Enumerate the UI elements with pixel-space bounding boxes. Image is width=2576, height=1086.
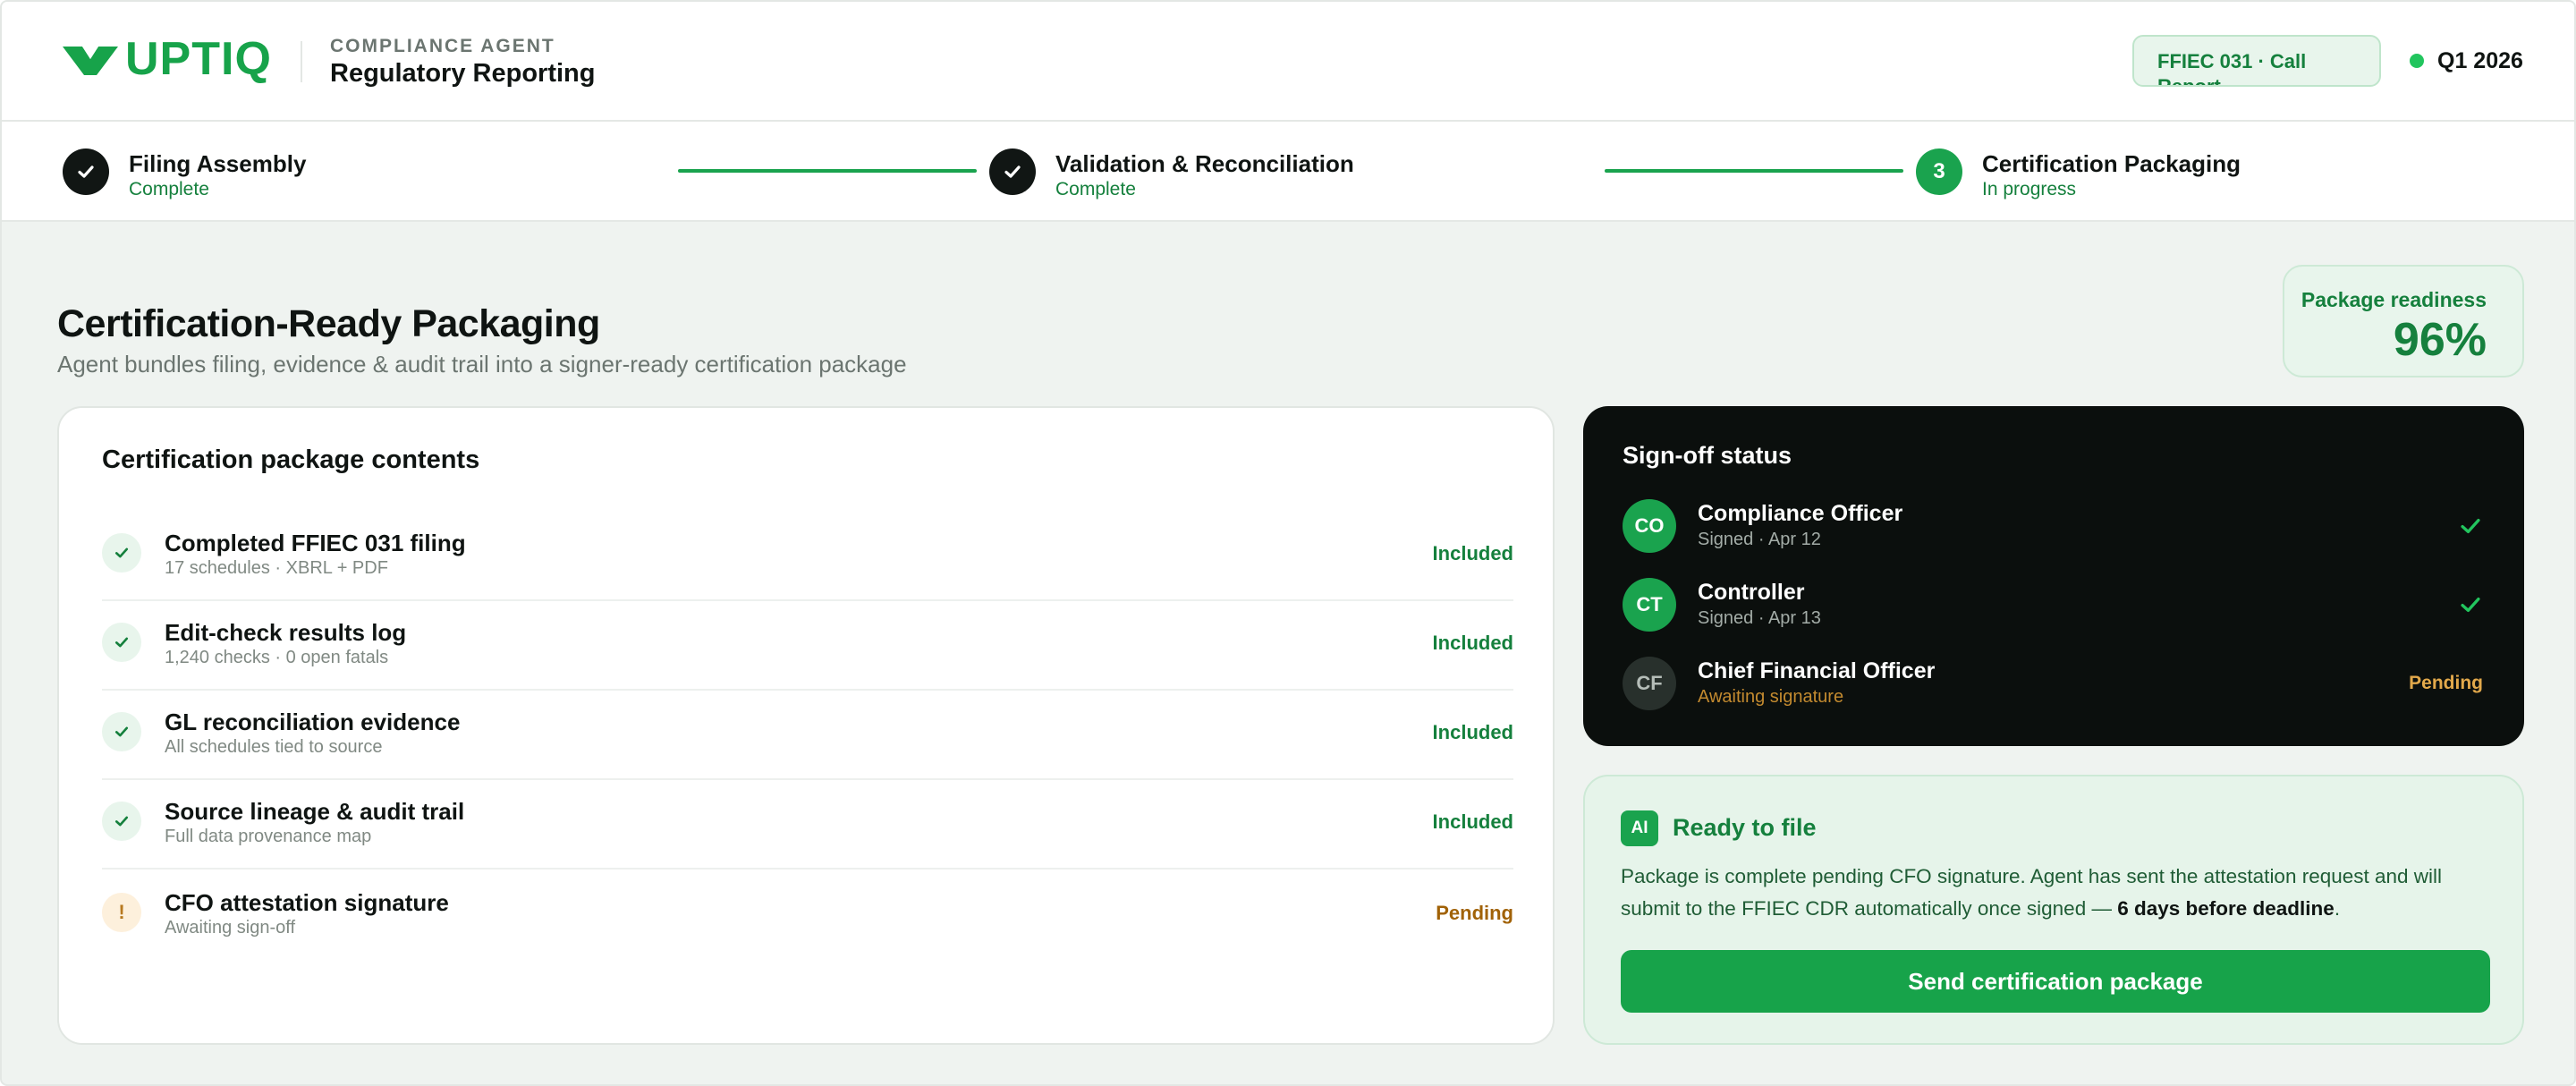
check-icon [102, 712, 141, 751]
check-icon [1004, 165, 1021, 178]
item-name: GL reconciliation evidence [165, 708, 461, 735]
deadline-emphasis: 6 days before deadline [2117, 897, 2334, 920]
step-label: Filing Assembly [129, 150, 307, 177]
signer-detail: Signed · Apr 13 [1698, 608, 1821, 628]
list-item[interactable]: Edit-check results log 1,240 checks · 0 … [102, 601, 1513, 691]
item-description: 1,240 checks · 0 open fatals [165, 648, 389, 667]
card-title: Ready to file [1673, 814, 1817, 841]
item-name: Completed FFIEC 031 filing [165, 530, 466, 556]
check-icon [102, 802, 141, 841]
ready-to-file-card: AI Ready to file Package is complete pen… [1583, 775, 2524, 1045]
item-description: 17 schedules · XBRL + PDF [165, 558, 388, 578]
send-certification-package-button[interactable]: Send certification package [1621, 950, 2490, 1013]
step-connector [678, 169, 977, 173]
item-name: Source lineage & audit trail [165, 798, 465, 825]
signer-detail: Awaiting signature [1698, 687, 1844, 707]
report-type-pill[interactable]: FFIEC 031 · Call Report [2132, 35, 2381, 87]
package-readiness-card: Package readiness 96% [2283, 265, 2524, 378]
status-badge: Included [1432, 721, 1513, 743]
list-item[interactable]: Completed FFIEC 031 filing 17 schedules … [102, 512, 1513, 601]
step-label: Certification Packaging [1982, 150, 2241, 177]
step-number: 3 [1916, 148, 1962, 195]
check-icon [78, 165, 94, 178]
check-icon [102, 533, 141, 573]
readiness-label: Package readiness [2301, 288, 2487, 311]
ai-badge-icon: AI [1621, 810, 1658, 846]
step-status: In progress [1982, 179, 2077, 199]
signer-row[interactable]: CT Controller Signed · Apr 13 [1623, 578, 2483, 633]
status-badge: Included [1432, 632, 1513, 654]
step-complete-marker [989, 148, 1036, 195]
item-description: Full data provenance map [165, 827, 372, 846]
step-connector [1605, 169, 1903, 173]
list-item[interactable]: ! CFO attestation signature Awaiting sig… [102, 871, 1513, 961]
page-subtitle: Agent bundles filing, evidence & audit t… [57, 351, 907, 378]
signer-name: Chief Financial Officer [1698, 658, 1936, 683]
brand-logo[interactable]: UPTIQ [63, 36, 272, 82]
signer-row[interactable]: CO Compliance Officer Signed · Apr 12 [1623, 499, 2483, 555]
avatar: CO [1623, 499, 1676, 553]
status-badge: Included [1432, 810, 1513, 833]
step-status: Complete [129, 179, 209, 199]
workflow-stepper: Filing Assembly Complete Validation & Re… [2, 122, 2574, 222]
status-dot [2410, 54, 2424, 68]
header-divider [301, 41, 302, 82]
uptiq-logo-icon [63, 47, 118, 75]
app-kicker: COMPLIANCE AGENT [330, 36, 555, 56]
avatar: CF [1623, 657, 1676, 710]
avatar: CT [1623, 578, 1676, 632]
check-icon [2461, 597, 2480, 613]
status-badge: Pending [2409, 673, 2483, 693]
check-icon [2461, 518, 2480, 534]
step-complete-marker [63, 148, 109, 195]
status-badge: Included [1432, 542, 1513, 564]
card-title: Certification package contents [102, 445, 480, 474]
signer-name: Controller [1698, 580, 1805, 605]
signer-detail: Signed · Apr 12 [1698, 530, 1821, 549]
readiness-value: 96% [2393, 314, 2487, 366]
step-label: Validation & Reconciliation [1055, 150, 1354, 177]
top-header: UPTIQ COMPLIANCE AGENT Regulatory Report… [2, 2, 2574, 122]
list-item[interactable]: GL reconciliation evidence All schedules… [102, 691, 1513, 780]
item-description: All schedules tied to source [165, 737, 383, 757]
divider [102, 868, 1513, 870]
check-icon [102, 623, 141, 662]
step-status: Complete [1055, 179, 1136, 199]
item-name: CFO attestation signature [165, 889, 449, 916]
page-title: Certification-Ready Packaging [57, 302, 600, 345]
message-end: . [2334, 897, 2341, 920]
logo-text: UPTIQ [125, 33, 272, 85]
app-window: UPTIQ COMPLIANCE AGENT Regulatory Report… [0, 0, 2576, 1086]
signoff-status-card: Sign-off status CO Compliance Officer Si… [1583, 406, 2524, 746]
signer-row[interactable]: CF Chief Financial Officer Awaiting sign… [1623, 657, 2483, 712]
status-badge: Pending [1436, 902, 1513, 924]
item-description: Awaiting sign-off [165, 918, 296, 938]
reporting-period[interactable]: Q1 2026 [2437, 48, 2523, 74]
ready-message: Package is complete pending CFO signatur… [1621, 861, 2479, 925]
app-title: Regulatory Reporting [330, 59, 596, 88]
package-contents-card: Certification package contents Completed… [57, 406, 1555, 1045]
card-title: Sign-off status [1623, 442, 1792, 469]
alert-icon: ! [102, 893, 141, 932]
signer-name: Compliance Officer [1698, 501, 1903, 526]
list-item[interactable]: Source lineage & audit trail Full data p… [102, 780, 1513, 870]
item-name: Edit-check results log [165, 619, 407, 646]
